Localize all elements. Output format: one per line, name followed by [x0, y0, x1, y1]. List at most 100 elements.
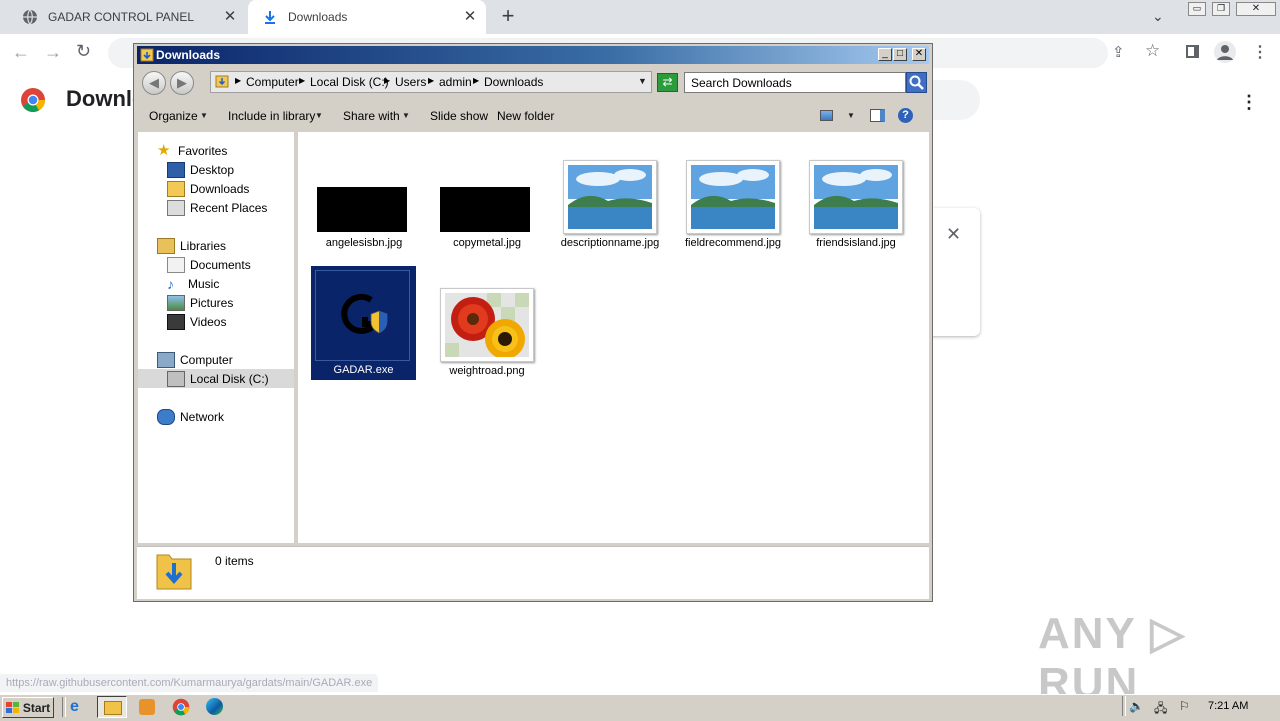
- download-icon: [265, 11, 275, 24]
- image-thumbnail: [317, 187, 407, 232]
- nav-label: Favorites: [178, 144, 228, 158]
- search-icon: [909, 75, 924, 90]
- network-tray-icon[interactable]: 🖧: [1154, 699, 1167, 720]
- more-actions-icon[interactable]: ⋮: [1240, 92, 1258, 113]
- file-name: fieldrecommend.jpg: [685, 237, 781, 249]
- nav-favorites[interactable]: ★ Favorites: [157, 142, 227, 160]
- search-input[interactable]: Search Downloads: [684, 72, 906, 93]
- breadcrumb-separator-icon[interactable]: ▶: [384, 76, 390, 85]
- landscape-thumbnail-icon: [691, 165, 775, 229]
- dropdown-arrow-icon[interactable]: ▼: [200, 111, 208, 120]
- organize-menu[interactable]: Organize: [149, 109, 198, 123]
- tab-search-chevron-icon[interactable]: ⌄: [1152, 8, 1164, 25]
- nav-recent-places[interactable]: Recent Places: [167, 199, 267, 217]
- side-panel-icon[interactable]: [1186, 45, 1199, 58]
- close-button[interactable]: ✕: [912, 48, 926, 61]
- close-window-icon[interactable]: ✕: [1236, 2, 1276, 16]
- refresh-icon[interactable]: ⇄: [657, 73, 678, 92]
- nav-documents[interactable]: Documents: [167, 256, 251, 274]
- breadcrumb-separator-icon[interactable]: ▶: [428, 76, 434, 85]
- minimize-icon[interactable]: ▭: [1188, 2, 1206, 16]
- tab-downloads[interactable]: Downloads ✕: [248, 0, 486, 34]
- breadcrumb-users[interactable]: Users: [395, 75, 426, 89]
- file-item[interactable]: copymetal.jpg: [435, 150, 539, 250]
- chrome-logo-icon: [21, 88, 45, 113]
- action-center-flag-icon[interactable]: ⚐: [1179, 699, 1190, 713]
- include-in-library-menu[interactable]: Include in library: [228, 109, 315, 123]
- volume-icon[interactable]: 🔈: [1129, 699, 1144, 713]
- nav-label: Recent Places: [190, 201, 268, 215]
- internet-explorer-icon[interactable]: e: [70, 698, 79, 716]
- change-view-icon[interactable]: [820, 110, 833, 121]
- forward-arrow-icon[interactable]: →: [44, 42, 62, 63]
- file-item[interactable]: weightroad.png: [435, 280, 539, 380]
- new-tab-button[interactable]: +: [496, 5, 520, 29]
- close-tab-icon[interactable]: ✕: [222, 9, 238, 25]
- file-item[interactable]: angelesisbn.jpg: [312, 150, 416, 250]
- minimize-button[interactable]: _: [878, 48, 892, 61]
- nav-desktop[interactable]: Desktop: [167, 161, 234, 179]
- profile-avatar-icon[interactable]: [1214, 41, 1236, 63]
- bookmark-star-icon[interactable]: ☆: [1145, 41, 1160, 61]
- nav-videos[interactable]: Videos: [167, 313, 226, 331]
- media-player-icon[interactable]: [139, 699, 155, 715]
- tab-label: Downloads: [288, 10, 348, 24]
- remove-download-icon[interactable]: ✕: [946, 224, 961, 245]
- tab-gadar-control-panel[interactable]: GADAR CONTROL PANEL ✕: [8, 0, 246, 34]
- close-tab-icon[interactable]: ✕: [462, 9, 478, 25]
- image-thumbnail: [440, 288, 534, 362]
- downloads-folder-icon: [167, 181, 185, 197]
- maximize-button[interactable]: □: [893, 48, 907, 61]
- globe-icon: [23, 9, 37, 25]
- restore-icon[interactable]: ❐: [1212, 2, 1230, 16]
- nav-network[interactable]: Network: [157, 408, 224, 426]
- file-name: friendsisland.jpg: [816, 237, 896, 249]
- nav-local-disk[interactable]: Local Disk (C:): [167, 370, 269, 388]
- folder-location-icon: [215, 75, 229, 88]
- nav-music[interactable]: ♪ Music: [167, 275, 219, 293]
- share-with-menu[interactable]: Share with: [343, 109, 400, 123]
- breadcrumb-separator-icon[interactable]: ▶: [235, 76, 241, 85]
- address-dropdown-icon[interactable]: ▼: [638, 76, 647, 86]
- chrome-menu-icon[interactable]: ⋮: [1252, 42, 1268, 62]
- start-button[interactable]: Start: [2, 697, 54, 718]
- file-item[interactable]: fieldrecommend.jpg: [681, 150, 785, 250]
- nav-pictures[interactable]: Pictures: [167, 294, 233, 312]
- search-button[interactable]: [906, 72, 927, 93]
- explorer-titlebar[interactable]: [137, 46, 929, 64]
- nav-libraries[interactable]: Libraries: [157, 237, 226, 255]
- dropdown-arrow-icon[interactable]: ▼: [315, 111, 323, 120]
- taskbar-explorer-button[interactable]: [97, 696, 127, 718]
- edge-browser-icon[interactable]: [206, 698, 223, 715]
- breadcrumb-separator-icon[interactable]: ▶: [473, 76, 479, 85]
- file-item[interactable]: descriptionname.jpg: [558, 150, 662, 265]
- view-dropdown-icon[interactable]: ▼: [847, 111, 855, 120]
- nav-computer[interactable]: Computer: [157, 351, 233, 369]
- taskbar-divider: [62, 697, 66, 717]
- breadcrumb-local-disk[interactable]: Local Disk (C:): [310, 75, 389, 89]
- taskbar-chrome-icon[interactable]: [172, 698, 190, 716]
- dropdown-arrow-icon[interactable]: ▼: [402, 111, 410, 120]
- file-item[interactable]: friendsisland.jpg: [804, 150, 908, 250]
- libraries-icon: [157, 238, 175, 254]
- back-button[interactable]: ◀: [142, 71, 166, 95]
- nav-downloads[interactable]: Downloads: [167, 180, 249, 198]
- breadcrumb-admin[interactable]: admin: [439, 75, 472, 89]
- nav-label: Videos: [190, 315, 227, 329]
- help-icon[interactable]: ?: [898, 108, 913, 123]
- reload-icon[interactable]: ↻: [76, 41, 91, 62]
- breadcrumb-separator-icon[interactable]: ▶: [299, 76, 305, 85]
- back-arrow-icon[interactable]: ←: [12, 42, 30, 63]
- breadcrumb-computer[interactable]: Computer: [246, 75, 299, 89]
- new-folder-button[interactable]: New folder: [497, 109, 554, 123]
- details-pane: [137, 546, 929, 599]
- slide-show-button[interactable]: Slide show: [430, 109, 488, 123]
- clock: 7:21 AM: [1208, 700, 1249, 712]
- window-title: Downloads: [156, 48, 221, 62]
- windows-logo-icon: [5, 701, 19, 713]
- file-item-selected[interactable]: GADAR.exe: [311, 266, 416, 380]
- forward-button[interactable]: ▶: [170, 71, 194, 95]
- preview-pane-icon[interactable]: [870, 109, 885, 122]
- share-icon[interactable]: ⇪: [1112, 43, 1125, 61]
- breadcrumb-downloads[interactable]: Downloads: [484, 75, 543, 89]
